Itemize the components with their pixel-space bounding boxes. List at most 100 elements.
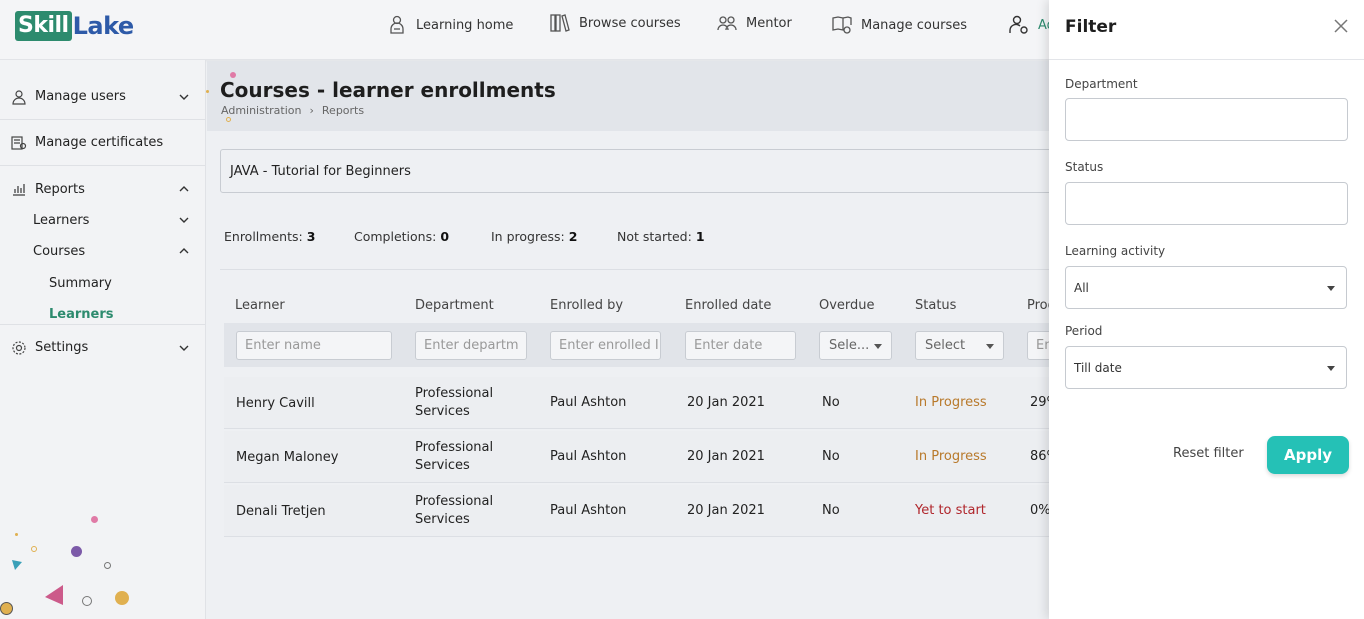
breadcrumb-item-administration[interactable]: Administration [221,104,302,117]
sidebar-item-label: Learners [33,212,90,228]
cell-enrolled-by: Paul Ashton [550,395,627,410]
sidebar-item-courses-learners[interactable]: Learners [49,302,114,326]
table-row[interactable]: Henry Cavill Professional Services Paul A… [224,377,1064,429]
sidebar-item-courses[interactable]: Courses [33,239,205,263]
nav-mentor-label: Mentor [746,15,792,31]
cell-department: Professional Services [415,493,493,529]
sidebar-item-label: Manage certificates [35,135,164,150]
cell-department-line2: Services [415,404,470,419]
decor-dot [82,596,92,606]
chevron-up-icon [179,248,189,254]
department-input[interactable] [1065,98,1348,141]
nav-learning-home[interactable]: Learning home [386,12,513,38]
learning-activity-select[interactable]: All [1065,266,1347,309]
caret-down-icon [1327,366,1335,371]
breadcrumb: Administration › Reports [221,104,364,117]
cell-learner: Henry Cavill [236,396,315,411]
stat-label: Enrollments: [224,229,303,244]
logo-skill: Skill [15,11,72,41]
column-header-department[interactable]: Department [415,298,494,313]
stat-in-progress: In progress: 2 [491,229,617,244]
divider [220,269,1060,270]
sidebar-item-reports[interactable]: Reports [0,166,205,212]
decor-triangle [45,585,63,605]
close-icon[interactable] [1333,18,1349,34]
filter-panel: Filter Department Status Learning activi… [1049,0,1364,619]
status-label: Status [1065,160,1104,174]
sidebar: Manage users Manage certificates Reports… [0,60,206,619]
nav-browse-courses[interactable]: Browse courses [549,10,681,36]
sidebar-item-label: Manage users [35,89,126,104]
sidebar-item-learners[interactable]: Learners [33,208,205,232]
department-filter-input[interactable]: Enter departm [415,331,527,360]
table-row[interactable]: Megan Maloney Professional Services Paul … [224,431,1064,483]
chevron-up-icon [179,186,189,192]
divider [1049,59,1364,60]
enrolled-date-filter-input[interactable]: Enter date [685,331,796,360]
decor-dot [71,546,82,557]
table-row[interactable]: Denali Tretjen Professional Services Paul… [224,485,1064,537]
period-select[interactable]: Till date [1065,346,1347,389]
cell-enrolled-date: 20 Jan 2021 [687,449,765,464]
overdue-filter-select[interactable]: Sele... [819,331,892,360]
decor-dot [15,533,18,536]
enrollment-stats: Enrollments: 3 Completions: 0 In progres… [224,229,705,244]
sidebar-item-label: Learners [49,306,114,322]
cell-enrolled-by: Paul Ashton [550,503,627,518]
column-header-status[interactable]: Status [915,298,956,313]
cell-department-line1: Professional [415,494,494,509]
decor-dot [31,546,37,552]
stat-value: 3 [306,229,316,244]
filter-panel-title: Filter [1065,17,1117,37]
caret-down-icon [1327,286,1335,291]
stat-value: 1 [695,229,705,244]
decor-dot [0,602,13,615]
apply-button[interactable]: Apply [1267,436,1349,474]
sidebar-item-summary[interactable]: Summary [49,271,112,295]
enrolled-by-filter-input[interactable]: Enter enrolled I [550,331,661,360]
skilllake-logo[interactable]: Skill Lake [15,11,134,41]
course-selector[interactable]: JAVA - Tutorial for Beginners [220,149,1080,193]
sidebar-item-manage-users[interactable]: Manage users [0,74,205,120]
stat-completions: Completions: 0 [354,229,491,244]
sidebar-item-settings[interactable]: Settings [0,324,205,370]
admin-icon [1009,15,1028,34]
caret-down-icon [874,344,882,349]
period-value: Till date [1074,360,1122,375]
decor-dot [91,516,98,523]
sidebar-item-manage-certificates[interactable]: Manage certificates [0,120,205,166]
nav-manage-courses[interactable]: Manage courses [831,12,967,38]
decor-triangle [12,560,22,570]
overdue-filter-value: Sele... [829,338,870,353]
reports-icon [11,181,27,197]
stat-enrollments: Enrollments: 3 [224,229,354,244]
nav-admin[interactable]: Ad [1008,12,1055,38]
cell-overdue: No [822,449,840,464]
stat-value: 2 [568,229,578,244]
status-filter-select[interactable]: Select [915,331,1004,360]
status-input[interactable] [1065,182,1348,225]
cell-learner: Denali Tretjen [236,504,326,519]
learning-activity-label: Learning activity [1065,244,1166,258]
column-header-learner[interactable]: Learner [235,298,285,313]
nav-manage-courses-label: Manage courses [861,17,967,33]
column-header-overdue[interactable]: Overdue [819,298,875,313]
cell-department: Professional Services [415,385,493,421]
column-header-enrolled-date[interactable]: Enrolled date [685,298,771,313]
mentor-icon [717,16,737,31]
breadcrumb-item-reports[interactable]: Reports [322,104,364,117]
learning-activity-value: All [1074,280,1089,295]
caret-down-icon [986,344,994,349]
stat-label: In progress: [491,229,565,244]
nav-mentor[interactable]: Mentor [716,10,792,36]
status-filter-value: Select [925,338,966,353]
column-header-enrolled-by[interactable]: Enrolled by [550,298,623,313]
stat-label: Not started: [617,229,692,244]
sidebar-item-label: Settings [35,340,89,355]
learner-filter-input[interactable]: Enter name [236,331,392,360]
breadcrumb-separator: › [309,104,314,117]
manage-courses-icon [832,16,852,34]
nav-learning-home-label: Learning home [416,17,514,33]
cell-department-line1: Professional [415,440,494,455]
reset-filter-button[interactable]: Reset filter [1173,446,1244,461]
